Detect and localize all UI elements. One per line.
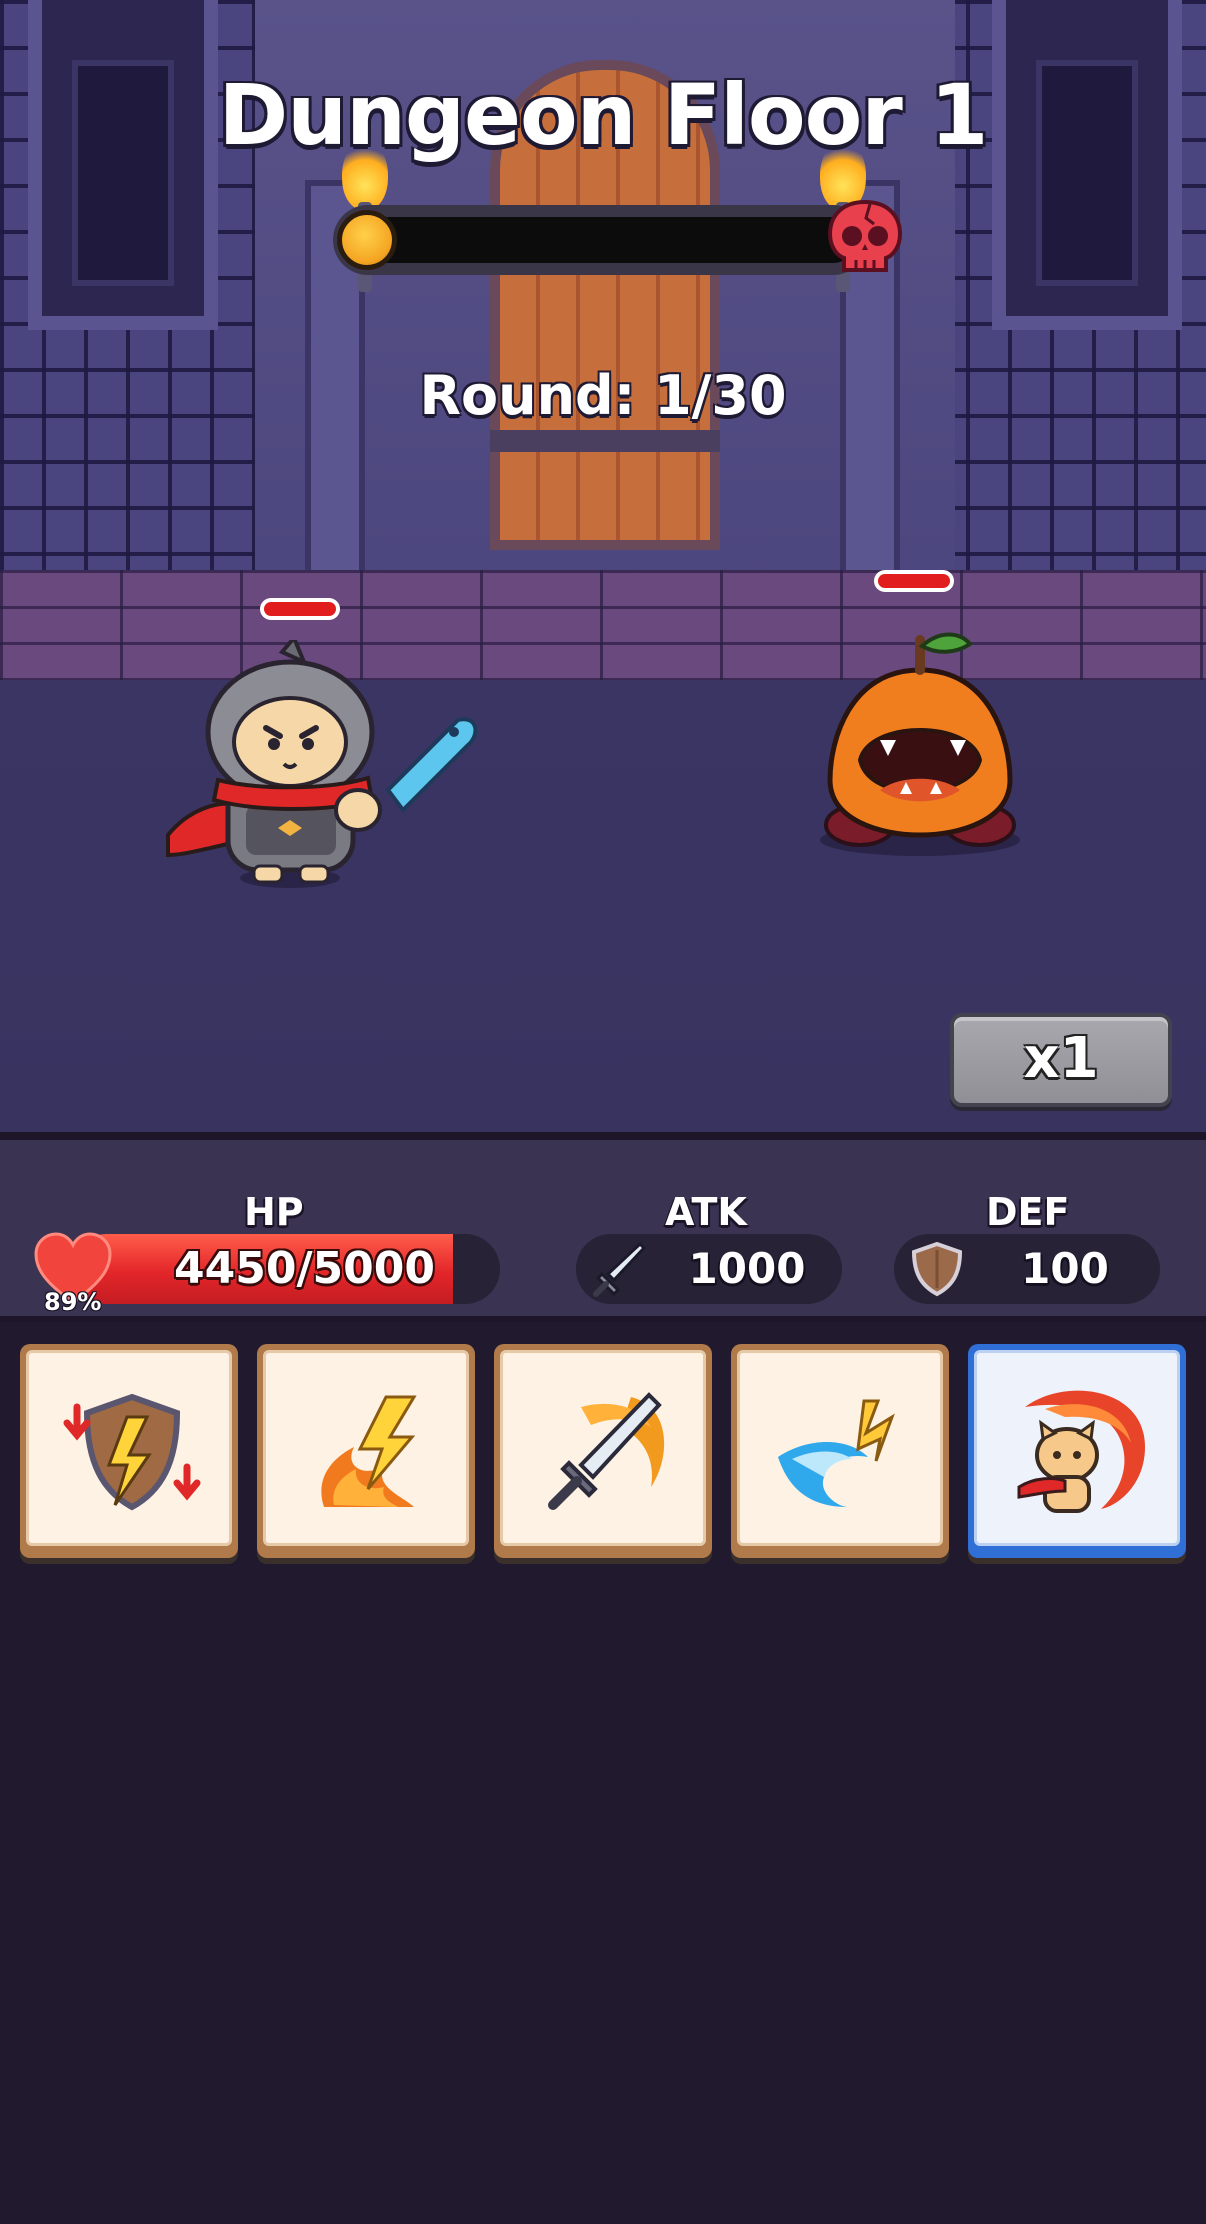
atk-label: ATK xyxy=(665,1190,747,1234)
round-counter: Round: 1/30 xyxy=(419,364,787,427)
empty-lower-area xyxy=(0,1566,1206,2224)
left-window xyxy=(28,0,218,330)
hp-percent: 89% xyxy=(44,1288,102,1316)
water-slash-icon xyxy=(778,1399,895,1507)
sword-icon xyxy=(593,1241,647,1297)
right-window xyxy=(992,0,1182,330)
orange-slime-enemy[interactable] xyxy=(810,610,1030,860)
fire-lightning-icon xyxy=(321,1395,417,1507)
boss-skull-icon xyxy=(827,199,903,272)
enemy-health-bar xyxy=(874,570,954,592)
cat-knight-hero[interactable] xyxy=(158,640,478,890)
skill-card-shield-break[interactable] xyxy=(20,1344,238,1558)
skill-card-cat-spin-attack[interactable] xyxy=(968,1344,1186,1558)
hp-label: HP xyxy=(244,1190,304,1234)
def-stat: 100 xyxy=(894,1234,1160,1304)
flaming-sword-icon xyxy=(548,1392,665,1510)
battle-scene: Dungeon Floor 1 Round: 1/30 x1 xyxy=(0,0,1206,1132)
shield-icon xyxy=(911,1241,963,1297)
stats-panel: HP 89% 4450/5000 ATK 1000 DEF 100 xyxy=(0,1132,1206,1322)
progress-marker xyxy=(337,210,397,270)
speed-toggle-button[interactable]: x1 xyxy=(950,1013,1172,1107)
atk-value: 1000 xyxy=(688,1244,806,1293)
def-label: DEF xyxy=(986,1190,1070,1234)
door-band xyxy=(490,430,720,452)
floor-progress-bar xyxy=(333,205,868,275)
cat-spin-attack-icon xyxy=(1017,1390,1145,1513)
atk-stat: 1000 xyxy=(576,1234,842,1304)
def-value: 100 xyxy=(1021,1244,1109,1293)
hp-value: 4450/5000 xyxy=(174,1243,435,1294)
shield-break-icon xyxy=(63,1393,201,1511)
skill-card-water-slash[interactable] xyxy=(731,1344,949,1558)
skill-bar xyxy=(0,1328,1206,1566)
hero-health-bar xyxy=(260,598,340,620)
floor-title: Dungeon Floor 1 xyxy=(218,66,989,164)
skill-card-fire-lightning[interactable] xyxy=(257,1344,475,1558)
skill-card-flaming-sword[interactable] xyxy=(494,1344,712,1558)
